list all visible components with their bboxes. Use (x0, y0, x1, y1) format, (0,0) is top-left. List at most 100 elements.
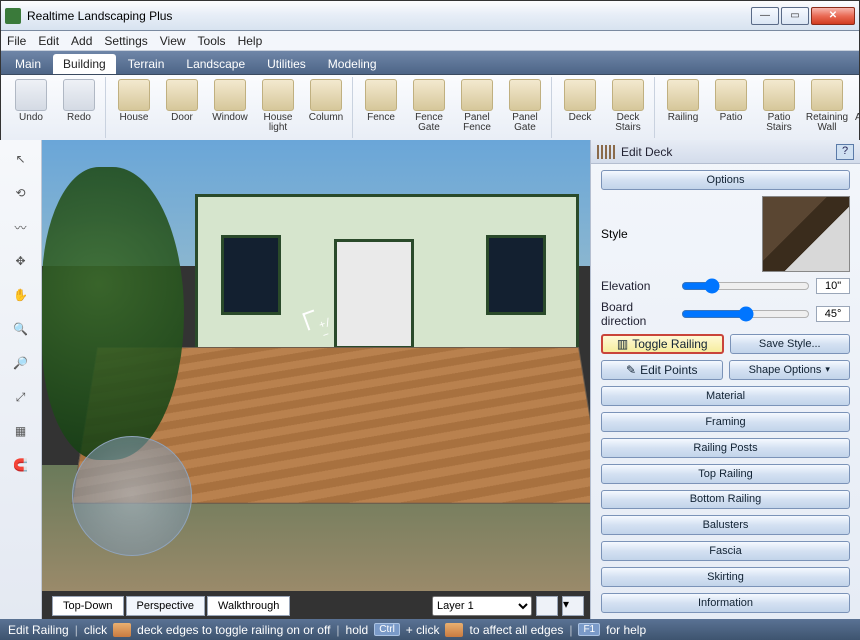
view-top-down[interactable]: Top-Down (52, 596, 124, 616)
menu-settings[interactable]: Settings (104, 34, 147, 48)
layer-select[interactable]: Layer 1 (432, 596, 532, 616)
maximize-button[interactable]: ▭ (781, 7, 809, 25)
tab-landscape[interactable]: Landscape (176, 54, 255, 74)
railing-icon (667, 79, 699, 111)
edit-points-button[interactable]: ✎Edit Points (601, 360, 723, 380)
content-area: ↖ ⟲ 〰 ✥ ✋ 🔍 🔎 ⤢ ▦ 🧲 Top-Down Perspective (0, 140, 860, 619)
board-direction-label: Board direction (601, 300, 675, 328)
menu-file[interactable]: File (7, 34, 26, 48)
ribbon-door[interactable]: Door (158, 77, 206, 139)
tab-building[interactable]: Building (53, 54, 116, 74)
section-skirting[interactable]: Skirting (601, 567, 850, 587)
tab-terrain[interactable]: Terrain (118, 54, 175, 74)
zoom-out-tool[interactable]: ⤢ (8, 384, 34, 410)
status-bar: Edit Railing | click deck edges to toggl… (0, 619, 860, 640)
viewport[interactable]: Top-Down Perspective Walkthrough Layer 1… (42, 140, 590, 619)
elevation-slider[interactable] (681, 278, 810, 294)
ribbon-house-light[interactable]: House light (254, 77, 302, 139)
deck-panel-icon (597, 145, 615, 159)
snap-tool[interactable]: 🧲 (8, 452, 34, 478)
category-tabs: Main Building Terrain Landscape Utilitie… (1, 51, 859, 75)
navigation-wheel[interactable] (72, 436, 192, 556)
panel-title: Edit Deck (621, 145, 830, 159)
ribbon-undo[interactable]: Undo (7, 77, 55, 139)
fence-icon (365, 79, 397, 111)
zoom-area-tool[interactable]: 🔎 (8, 350, 34, 376)
view-mode-tabs: Top-Down Perspective Walkthrough (52, 593, 290, 619)
pencil-icon: ✎ (626, 363, 636, 377)
section-material[interactable]: Material (601, 386, 850, 406)
ribbon-patio[interactable]: Patio (707, 77, 755, 139)
section-fascia[interactable]: Fascia (601, 541, 850, 561)
menu-help[interactable]: Help (238, 34, 263, 48)
deck-icon (564, 79, 596, 111)
ribbon-deck[interactable]: Deck (556, 77, 604, 139)
elevation-label: Elevation (601, 279, 675, 293)
door-icon (166, 79, 198, 111)
tab-utilities[interactable]: Utilities (257, 54, 316, 74)
section-railing-posts[interactable]: Railing Posts (601, 438, 850, 458)
ribbon-house[interactable]: House (110, 77, 158, 139)
board-direction-value[interactable]: 45° (816, 306, 850, 322)
layer-controls: Layer 1 ▾ (432, 595, 584, 617)
tab-modeling[interactable]: Modeling (318, 54, 387, 74)
view-walkthrough[interactable]: Walkthrough (207, 596, 290, 616)
section-information[interactable]: Information (601, 593, 850, 613)
house-light-icon (262, 79, 294, 111)
help-button[interactable]: ? (836, 144, 854, 160)
window-icon (214, 79, 246, 111)
section-top-railing[interactable]: Top Railing (601, 464, 850, 484)
style-label: Style (601, 227, 628, 241)
curve-tool[interactable]: 〰 (8, 214, 34, 240)
ribbon-patio-stairs[interactable]: Patio Stairs (755, 77, 803, 139)
ribbon-retaining-wall[interactable]: Retaining Wall (803, 77, 851, 139)
tab-main[interactable]: Main (5, 54, 51, 74)
status-mode: Edit Railing (8, 623, 69, 637)
ribbon-railing[interactable]: Railing (659, 77, 707, 139)
column-icon (310, 79, 342, 111)
ribbon-panel-gate[interactable]: Panel Gate (501, 77, 549, 139)
menu-add[interactable]: Add (71, 34, 92, 48)
ribbon-deck-stairs[interactable]: Deck Stairs (604, 77, 652, 139)
menu-edit[interactable]: Edit (38, 34, 59, 48)
scene-3d[interactable] (42, 140, 590, 591)
left-tool-strip: ↖ ⟲ 〰 ✥ ✋ 🔍 🔎 ⤢ ▦ 🧲 (0, 140, 42, 619)
patio-stairs-icon (763, 79, 795, 111)
menu-tools[interactable]: Tools (198, 34, 226, 48)
elevation-value[interactable]: 10" (816, 278, 850, 294)
retaining-wall-icon (811, 79, 843, 111)
pan-tool[interactable]: ✋ (8, 282, 34, 308)
minimize-button[interactable]: — (751, 7, 779, 25)
ribbon-fence-gate[interactable]: Fence Gate (405, 77, 453, 139)
patio-icon (715, 79, 747, 111)
section-framing[interactable]: Framing (601, 412, 850, 432)
save-style-button[interactable]: Save Style... (730, 334, 851, 354)
zoom-in-tool[interactable]: 🔍 (8, 316, 34, 342)
undo-icon (15, 79, 47, 111)
rotate-tool[interactable]: ⟲ (8, 180, 34, 206)
ribbon-window[interactable]: Window (206, 77, 254, 139)
ribbon-panel-fence[interactable]: Panel Fence (453, 77, 501, 139)
ribbon-column[interactable]: Column (302, 77, 350, 139)
ribbon-accent-strip[interactable]: Acce Stri (851, 77, 859, 139)
layer-button-a[interactable] (536, 596, 558, 616)
section-balusters[interactable]: Balusters (601, 515, 850, 535)
view-perspective[interactable]: Perspective (126, 596, 205, 616)
deck-stairs-icon (612, 79, 644, 111)
options-button[interactable]: Options (601, 170, 850, 190)
move-tool[interactable]: ✥ (8, 248, 34, 274)
board-direction-slider[interactable] (681, 306, 810, 322)
style-thumbnail[interactable] (762, 196, 850, 272)
ctrl-key: Ctrl (374, 623, 400, 636)
select-tool[interactable]: ↖ (8, 146, 34, 172)
toggle-railing-button[interactable]: ▥Toggle Railing (601, 334, 724, 354)
ribbon-redo[interactable]: Redo (55, 77, 103, 139)
layer-button-b[interactable]: ▾ (562, 596, 584, 616)
shape-options-button[interactable]: Shape Options (729, 360, 851, 380)
section-bottom-railing[interactable]: Bottom Railing (601, 490, 850, 510)
grid-tool[interactable]: ▦ (8, 418, 34, 444)
menu-bar: File Edit Add Settings View Tools Help (1, 31, 859, 51)
ribbon-fence[interactable]: Fence (357, 77, 405, 139)
menu-view[interactable]: View (160, 34, 186, 48)
close-button[interactable]: ✕ (811, 7, 855, 25)
